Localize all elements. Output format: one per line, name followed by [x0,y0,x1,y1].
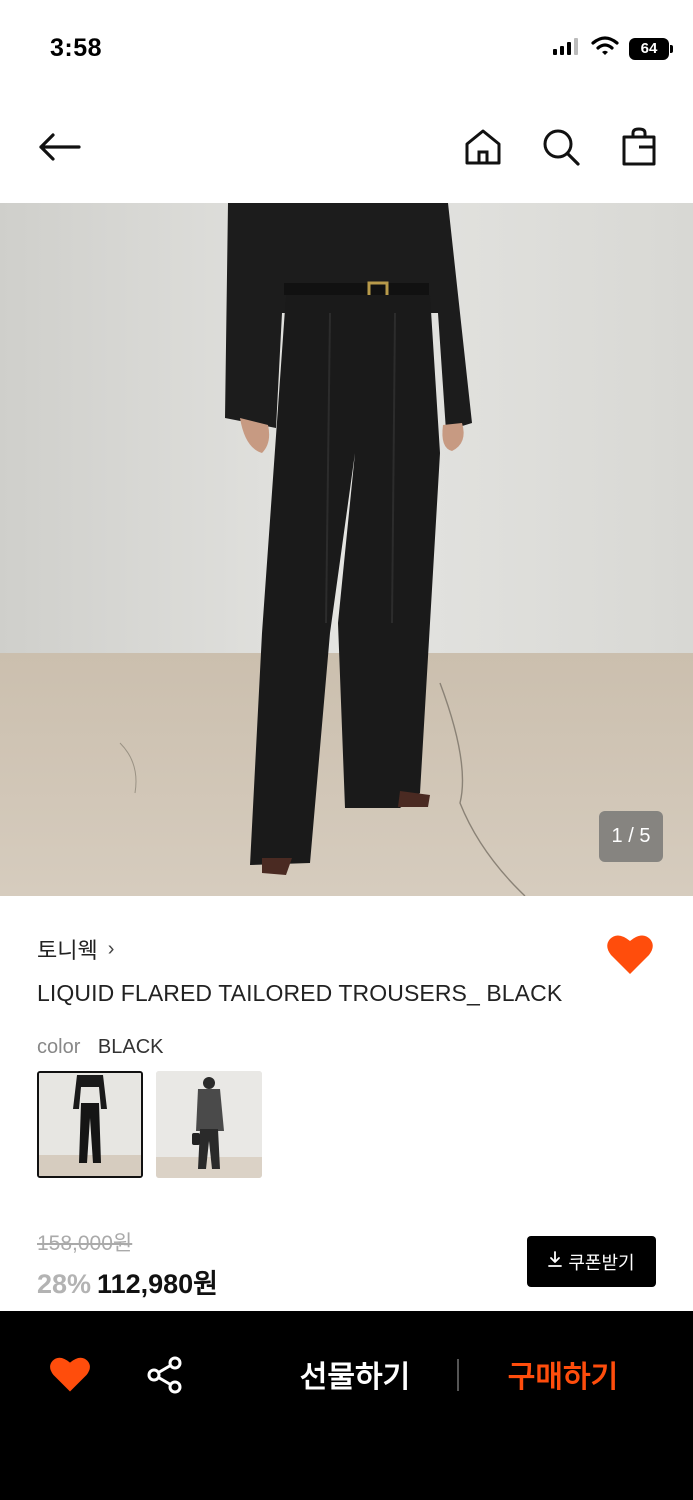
home-icon [464,128,502,171]
heart-icon [606,935,654,980]
color-value: BLACK [97,1036,164,1058]
search-button[interactable] [538,126,584,172]
sale-price: 112,980원 [97,1269,218,1299]
product-photo [0,203,693,896]
divider [457,1359,459,1391]
image-counter: 1 / 5 [599,811,663,862]
status-time: 3:58 [50,34,103,62]
home-button[interactable] [460,126,506,172]
buy-button[interactable]: 구매하기 [478,1351,648,1397]
price-row: 28% 112,980원 [37,1262,218,1301]
color-row: color BLACK [37,1036,164,1059]
discount-rate: 28% [37,1269,92,1299]
color-swatch-grey[interactable] [156,1071,262,1178]
bottom-action-bar: 선물하기 구매하기 [0,1311,693,1500]
coupon-label: 쿠폰받기 [568,1252,635,1273]
back-button[interactable] [36,126,82,172]
heart-icon [49,1357,91,1398]
wishlist-button[interactable] [606,932,654,976]
product-image-gallery[interactable] [0,203,693,896]
swatch-thumbnail [156,1071,262,1178]
signal-icon [553,37,581,60]
bottom-wishlist-button[interactable] [49,1354,91,1394]
product-name: LIQUID FLARED TAILORED TROUSERS_ BLACK [37,980,563,1006]
wifi-icon [591,36,619,61]
arrow-left-icon [37,132,81,167]
bag-button[interactable] [616,126,662,172]
status-icons: 64 [553,36,673,61]
share-button[interactable] [145,1355,185,1395]
swatch-thumbnail [39,1073,141,1176]
brand-name: 토니웩 [37,938,98,963]
brand-link[interactable]: 토니웩 › [37,933,114,965]
chevron-right-icon: › [107,937,115,960]
status-bar: 3:58 64 [0,0,693,96]
color-label: color [37,1036,81,1058]
app-header [0,96,693,203]
gift-button[interactable]: 선물하기 [270,1351,440,1397]
coupon-button[interactable]: 쿠폰받기 [527,1236,656,1287]
battery-indicator: 64 [629,37,673,60]
share-icon [145,1356,185,1399]
download-icon [548,1251,563,1272]
original-price: 158,000원 [37,1232,133,1255]
search-icon [541,127,581,172]
color-swatch-black[interactable] [37,1071,143,1178]
shopping-bag-icon [621,126,657,172]
